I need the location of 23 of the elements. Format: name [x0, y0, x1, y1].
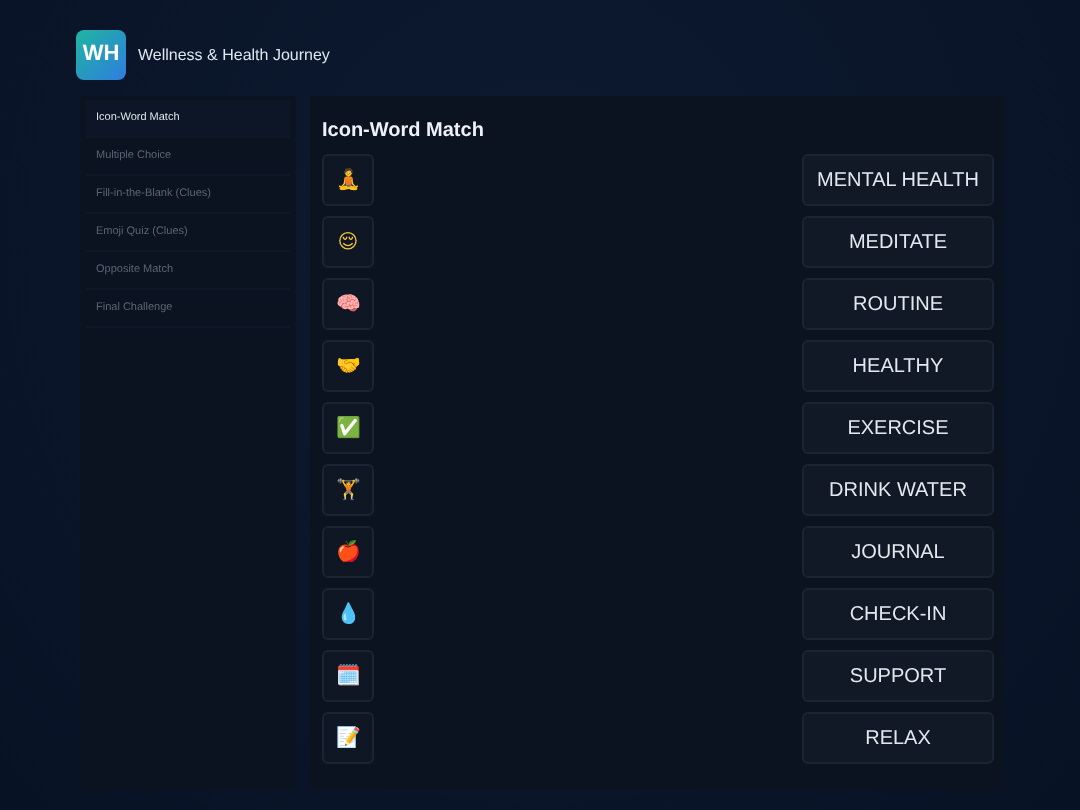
word-button[interactable]: MEDITATE	[802, 216, 994, 268]
word-button[interactable]: ROUTINE	[802, 278, 994, 330]
emoji-tile[interactable]: 🍎	[322, 526, 374, 578]
word-button[interactable]: CHECK-IN	[802, 588, 994, 640]
emoji-tile[interactable]: 🏋	[322, 464, 374, 516]
emoji-tile[interactable]: 😌	[322, 216, 374, 268]
section-title: Icon-Word Match	[322, 120, 486, 142]
emoji-tile[interactable]: 📝	[322, 712, 374, 764]
emoji-tile[interactable]: 🤝	[322, 340, 374, 392]
emoji-tile[interactable]: 💧	[322, 588, 374, 640]
emoji-tile[interactable]: 🧠	[322, 278, 374, 330]
app-title: Wellness & Health Journey	[138, 45, 330, 63]
word-button[interactable]: JOURNAL	[802, 526, 994, 578]
emoji-tile[interactable]: ✅	[322, 402, 374, 454]
word-button[interactable]: SUPPORT	[802, 650, 994, 702]
emoji-tile[interactable]: 🗓	[322, 650, 374, 702]
word-button[interactable]: EXERCISE	[802, 402, 994, 454]
word-button[interactable]: HEALTHY	[802, 340, 994, 392]
app-logo: WH	[76, 29, 126, 79]
word-button[interactable]: DRINK WATER	[802, 464, 994, 516]
emoji-tile[interactable]: 🧘	[322, 154, 374, 206]
word-button[interactable]: MENTAL HEALTH	[802, 154, 994, 206]
word-button[interactable]: RELAX	[802, 712, 994, 764]
